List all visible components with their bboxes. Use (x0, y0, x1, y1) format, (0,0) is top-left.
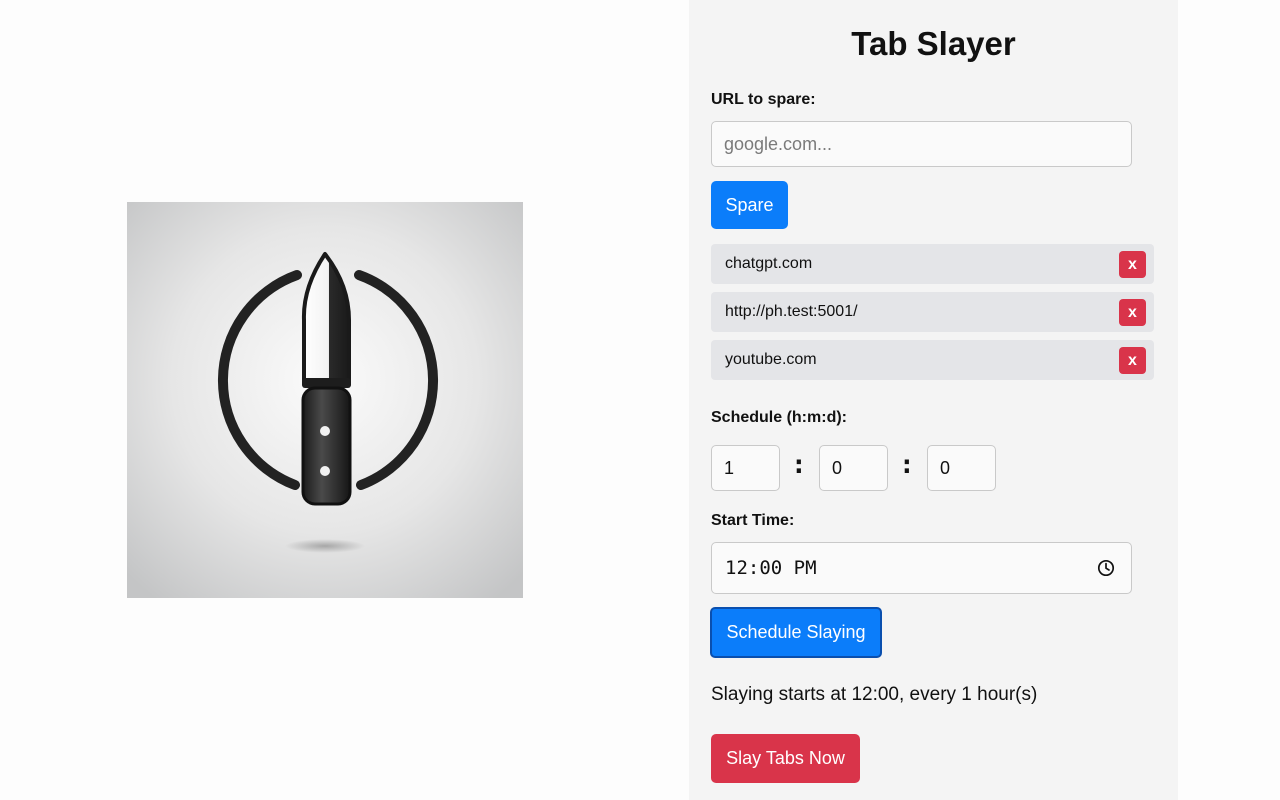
start-time-label: Start Time: (711, 512, 795, 529)
list-item: chatgpt.com x (711, 244, 1154, 284)
spared-url-list: chatgpt.com x http://ph.test:5001/ x you… (711, 244, 1154, 388)
page: Tab Slayer URL to spare: Spare chatgpt.c… (0, 0, 1280, 800)
start-time-input[interactable]: 12:00 PM (711, 542, 1132, 594)
time-separator: : (791, 450, 807, 480)
app-title: Tab Slayer (851, 25, 1016, 62)
spare-button[interactable]: Spare (711, 181, 788, 229)
spare-url-label: URL to spare: (711, 91, 816, 108)
remove-url-button[interactable]: x (1119, 347, 1146, 374)
clock-icon[interactable] (1097, 559, 1115, 577)
spared-url-text: http://ph.test:5001/ (725, 303, 858, 320)
schedule-label: Schedule (h:m:d): (711, 409, 847, 426)
remove-url-button[interactable]: x (1119, 299, 1146, 326)
spared-url-text: chatgpt.com (725, 255, 813, 272)
slay-tabs-now-button[interactable]: Slay Tabs Now (711, 734, 860, 783)
schedule-status-text: Slaying starts at 12:00, every 1 hour(s) (711, 684, 1038, 705)
schedule-slaying-button[interactable]: Schedule Slaying (710, 607, 882, 658)
schedule-seconds-input[interactable] (927, 445, 996, 491)
remove-url-button[interactable]: x (1119, 251, 1146, 278)
popup-panel: Tab Slayer URL to spare: Spare chatgpt.c… (689, 0, 1178, 800)
list-item: youtube.com x (711, 340, 1154, 380)
list-item: http://ph.test:5001/ x (711, 292, 1154, 332)
schedule-hours-input[interactable] (711, 445, 780, 491)
schedule-minutes-input[interactable] (819, 445, 888, 491)
start-time-value: 12:00 PM (725, 557, 817, 579)
spare-url-input[interactable] (711, 121, 1132, 167)
tab-slayer-logo (127, 202, 523, 598)
knife-icon (127, 202, 523, 598)
spared-url-text: youtube.com (725, 351, 817, 368)
time-separator: : (899, 450, 915, 480)
